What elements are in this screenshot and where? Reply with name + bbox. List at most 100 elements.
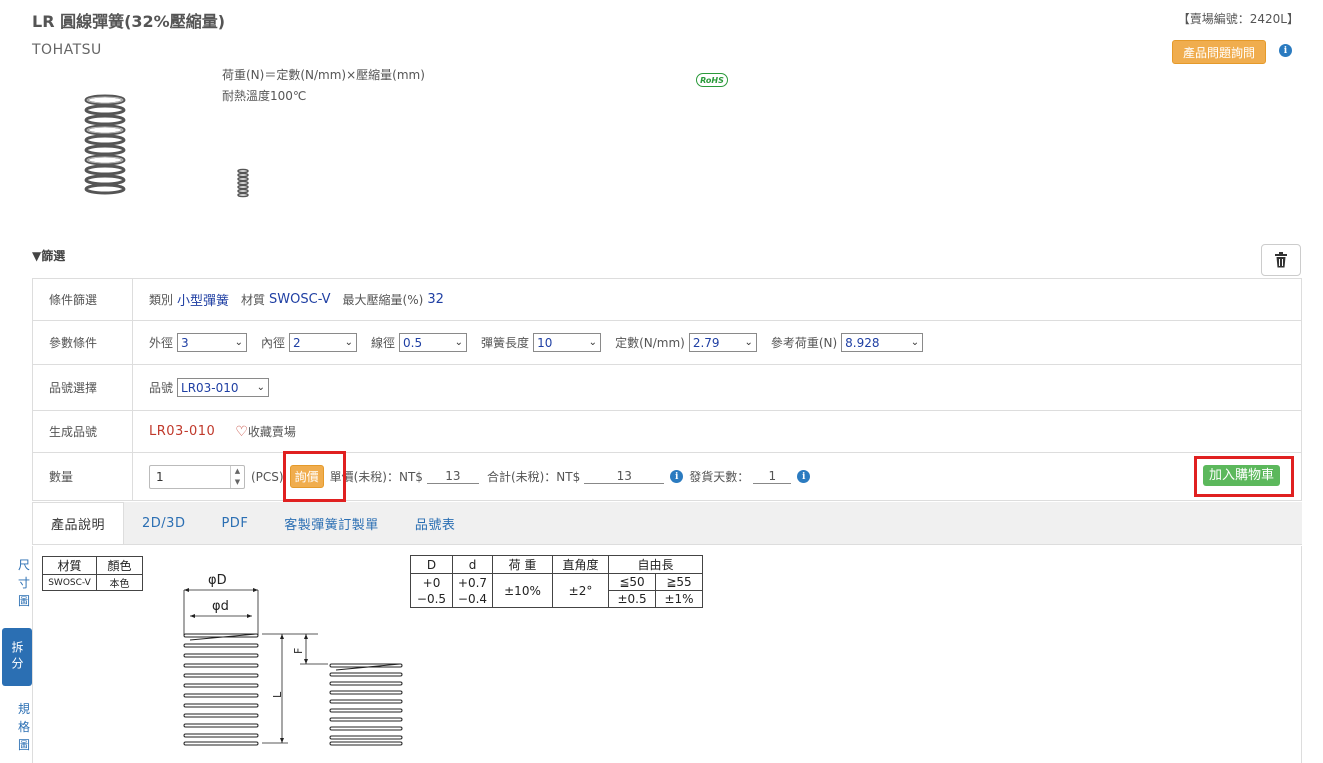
spring-constant-label: 定數(N/mm) [615,336,685,350]
max-compression-label: 最大壓縮量(%) [342,293,424,307]
free-length-ge-tolerance: ±1% [655,590,703,608]
material-table: 材質 顏色 SWOSC-V 本色 [42,556,143,591]
material-header: 材質 [42,556,97,575]
rohs-badge: RoHS [696,73,728,87]
spring-length-select[interactable]: 10 ⌄ [533,333,602,352]
product-thumbnail-spring[interactable] [236,168,250,200]
tab-pdf[interactable]: PDF [203,502,266,544]
squareness-tolerance: ±2° [552,573,609,608]
reference-load-select[interactable]: 8.928 ⌄ [841,333,924,352]
row-label: 數量 [33,453,133,500]
color-header: 顏色 [96,556,143,575]
product-tabs: 產品說明 2D/3D PDF 客製彈簧訂製單 品號表 [32,502,1302,545]
inner-diameter-header: d [452,555,493,574]
wire-diameter-label: 線徑 [371,336,396,350]
side-nav-split[interactable]: 拆分 [2,628,32,686]
product-inquiry-button[interactable]: 產品問題詢問 [1172,40,1266,64]
chevron-down-icon: ⌄ [256,382,266,393]
free-length-le-tolerance: ±0.5 [607,590,657,608]
color-value: 本色 [96,574,143,591]
highlight-box-price [283,451,346,502]
add-to-cart-label[interactable]: 加入購物車 [1203,465,1281,486]
part-number-label: 品號 [149,381,174,395]
max-compression-value[interactable]: 32 [427,292,444,307]
chevron-down-icon: ⌄ [744,337,753,348]
reference-load-label: 參考荷重(N) [770,336,838,350]
material-value[interactable]: SWOSC-V [269,292,331,307]
heart-icon[interactable]: ♡ [235,424,248,440]
outer-diameter-select[interactable]: 3 ⌄ [177,333,248,352]
squareness-header: 直角度 [552,555,609,574]
unit-price-value: 13 [426,469,479,484]
side-nav-spec-drawing[interactable]: 規格圖 [16,700,32,754]
free-length-ge-55: ≧55 [655,573,703,591]
filter-toggle[interactable]: ▼篩選 [32,247,65,264]
length-mark: L [271,691,284,698]
spring-length-label: 彈簧長度 [481,336,530,350]
spring-dimension-drawing: φD φd L F [183,573,403,746]
chevron-down-icon: ⌄ [454,337,464,348]
brand-name: TOHATSU [32,42,102,58]
generated-part-row: 生成品號 LR03-010 ♡ 收藏賣場 [32,411,1302,453]
wire-diameter-select[interactable]: 0.5 ⌄ [399,333,468,352]
trash-icon [1275,252,1287,268]
product-image-spring[interactable] [80,92,130,196]
info-icon[interactable]: i [670,470,684,483]
parameter-row: 參數條件 外徑 3 ⌄ 內徑 2 ⌄ 線徑 0.5 ⌄ 彈簧長度 10 ⌄ 定數(N/m… [32,321,1302,365]
inner-diameter-label: 內徑 [261,336,286,350]
tab-description[interactable]: 產品說明 [32,502,125,544]
side-nav-split-label: 拆分 [10,641,24,673]
free-length-le-50: ≦50 [607,573,657,591]
part-number-select[interactable]: LR03-010 ⌄ [177,378,270,397]
inner-diameter-tolerance: +0.7 −0.4 [452,573,493,608]
info-icon[interactable]: i [1279,44,1292,57]
row-label: 生成品號 [33,411,133,452]
filter-table: 條件篩選 類別 小型彈簧 材質 SWOSC-V 最大壓縮量(%) 32 參數條件… [32,278,1302,501]
row-label: 參數條件 [33,321,133,364]
unit-label: (PCS) [251,469,284,484]
condition-filter-row: 條件篩選 類別 小型彈簧 材質 SWOSC-V 最大壓縮量(%) 32 [32,279,1302,321]
chevron-down-icon: ⌄ [910,337,920,348]
inner-diameter-mark: φd [212,599,229,614]
stepper-arrows-icon[interactable]: ▲ ▼ [230,465,244,488]
total-label: 合計(未稅)：NT$ [486,470,581,484]
category-label: 類別 [149,293,174,307]
store-code: 【賣場編號：2420L】 [1177,12,1299,26]
category-value[interactable]: 小型彈簧 [177,290,229,309]
load-tolerance: ±10% [492,573,553,608]
load-header: 荷 重 [492,555,553,574]
quantity-stepper[interactable]: 1 ▲ ▼ [149,464,245,489]
deflection-mark: F [292,648,305,654]
part-select-row: 品號選擇 品號 LR03-010 ⌄ [32,365,1302,411]
product-title: LR 圓線彈簧(32%壓縮量) [32,12,226,31]
diameter-header: D [410,555,453,574]
total-value: 13 [584,469,665,484]
generated-part-number: LR03-010 [149,424,216,439]
diameter-tolerance: +0 −0.5 [410,573,453,608]
spring-constant-select[interactable]: 2.79 ⌄ [688,333,757,352]
chevron-down-icon: ⌄ [344,337,354,348]
material-label: 材質 [241,293,266,307]
chevron-down-icon: ⌄ [234,337,244,348]
ship-days-value: 1 [753,469,792,484]
row-label: 條件篩選 [33,279,133,320]
ship-days-label: 發貨天數： [689,470,750,484]
add-to-cart-button[interactable]: 加入購物車 [1203,464,1281,486]
favorite-store-link[interactable]: 收藏賣場 [248,423,296,440]
product-description-load: 荷重(N)＝定數(N/mm)×壓縮量(mm) [222,68,425,82]
outer-diameter-label: 外徑 [149,336,174,350]
info-icon[interactable]: i [797,470,811,483]
tolerance-table: D d 荷 重 直角度 自由長 +0 −0.5 +0.7 −0.4 ±10% ±2°… [410,555,703,608]
row-label: 品號選擇 [33,365,133,410]
inner-diameter-select[interactable]: 2 ⌄ [289,333,358,352]
side-nav-dimension-drawing[interactable]: 尺寸圖 [16,556,32,610]
tab-part-list[interactable]: 品號表 [397,502,474,544]
material-value: SWOSC-V [42,574,97,591]
tab-2d3d[interactable]: 2D/3D [124,502,203,544]
free-length-header: 自由長 [608,555,703,574]
tab-custom-order[interactable]: 客製彈簧訂製單 [266,502,397,544]
quantity-row: 數量 1 ▲ ▼ (PCS) 詢價 單價(未稅)：NT$ 13 合計(未稅)：NT… [32,453,1302,501]
clear-filter-button[interactable] [1261,244,1301,276]
chevron-down-icon: ⌄ [588,337,598,348]
outer-diameter-mark: φD [208,573,227,588]
